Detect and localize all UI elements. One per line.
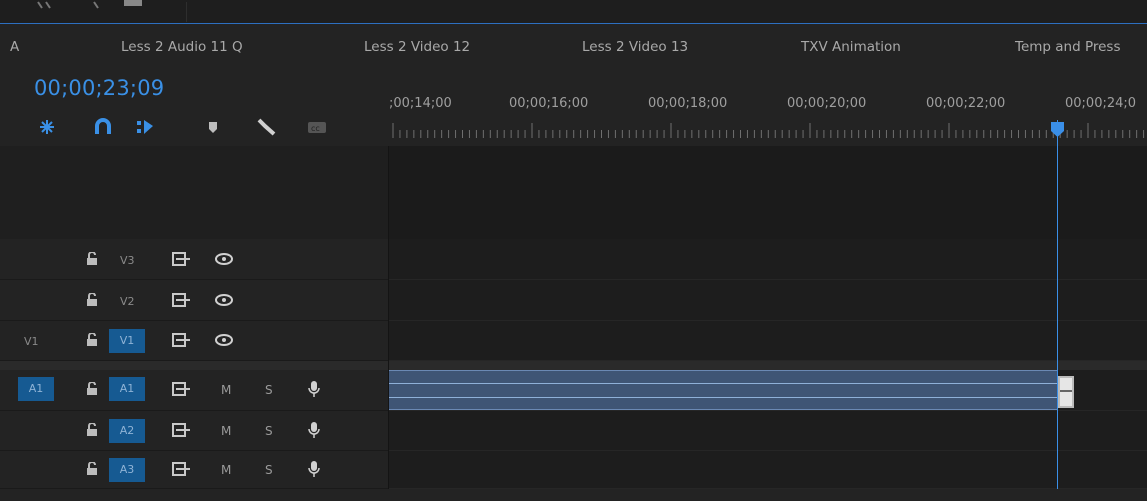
top-toolbar-strip (0, 0, 1147, 24)
ruler-ticks (392, 123, 1145, 138)
track-target-a3[interactable]: A3 (109, 458, 145, 482)
microphone-icon[interactable] (308, 380, 320, 398)
handle-line (1060, 390, 1072, 392)
track-lane-v3[interactable] (389, 239, 1147, 280)
toolbar-divider (186, 2, 187, 22)
microphone-icon[interactable] (308, 421, 320, 439)
lock-icon[interactable] (86, 333, 98, 347)
audio-clip[interactable] (389, 370, 1057, 410)
lock-icon[interactable] (86, 252, 98, 266)
tool-icon[interactable] (122, 0, 144, 14)
track-lane-v2[interactable] (389, 280, 1147, 321)
lock-icon[interactable] (86, 293, 98, 307)
source-patch-label[interactable]: V1 (24, 335, 39, 348)
solo-button[interactable]: S (265, 463, 273, 477)
eye-icon[interactable] (214, 253, 234, 265)
sync-lock-icon[interactable] (172, 293, 192, 307)
track-header-a1: A1 A1 M S (0, 370, 389, 411)
mute-button[interactable]: M (221, 383, 231, 397)
magnet-icon[interactable] (94, 118, 112, 136)
sync-lock-icon[interactable] (172, 423, 192, 437)
solo-button[interactable]: S (265, 383, 273, 397)
track-header-v2: V2 (0, 280, 389, 321)
source-patch-label: A1 (28, 382, 44, 395)
track-name: A3 (119, 463, 135, 476)
tab-sequence[interactable]: TXV Animation (801, 39, 901, 55)
timeline-header: 00;00;23;09 cc (0, 70, 389, 146)
tab-sequence[interactable]: Less 2 Video 13 (582, 39, 688, 55)
marker-icon[interactable] (206, 118, 220, 136)
lock-icon[interactable] (86, 462, 98, 476)
captions-icon[interactable]: cc (307, 118, 327, 136)
timeline-empty-area (389, 146, 1147, 239)
linked-selection-icon[interactable] (136, 118, 154, 136)
microphone-icon[interactable] (308, 460, 320, 478)
sync-lock-icon[interactable] (172, 382, 192, 396)
track-name[interactable]: V3 (120, 254, 135, 267)
wrench-icon[interactable] (256, 118, 278, 136)
track-lane-v1[interactable] (389, 321, 1147, 361)
eye-icon[interactable] (214, 334, 234, 346)
sync-lock-icon[interactable] (172, 252, 192, 266)
track-header-a2: A2 M S (0, 411, 389, 451)
track-name: V1 (119, 334, 135, 347)
tool-icon[interactable] (34, 0, 54, 14)
track-header-empty-area (0, 146, 389, 239)
tab-sequence[interactable]: Less 2 Audio 11 Q (121, 39, 243, 55)
waveform-line (389, 397, 1057, 398)
video-audio-divider[interactable] (0, 361, 1147, 370)
track-lane-a3[interactable] (389, 451, 1147, 489)
svg-text:cc: cc (311, 124, 320, 133)
track-target-a2[interactable]: A2 (109, 419, 145, 443)
mute-button[interactable]: M (221, 424, 231, 438)
track-header-v3: V3 (0, 239, 389, 280)
playhead-handle[interactable] (1050, 121, 1065, 138)
track-name: A2 (119, 424, 135, 437)
track-target-v1[interactable]: V1 (109, 329, 145, 353)
bottom-scroll-strip[interactable] (0, 489, 1147, 501)
track-lane-a2[interactable] (389, 411, 1147, 451)
playhead-line[interactable] (1057, 120, 1058, 501)
track-name[interactable]: V2 (120, 295, 135, 308)
track-header-a3: A3 M S (0, 451, 389, 489)
mute-button[interactable]: M (221, 463, 231, 477)
sync-lock-icon[interactable] (172, 333, 192, 347)
solo-button[interactable]: S (265, 424, 273, 438)
tab-sequence[interactable]: Less 2 Video 12 (364, 39, 470, 55)
tab-sequence[interactable]: Temp and Press (1015, 39, 1121, 55)
lock-icon[interactable] (86, 423, 98, 437)
source-patch-a1[interactable]: A1 (18, 377, 54, 401)
track-name: A1 (119, 382, 135, 395)
sync-lock-icon[interactable] (172, 462, 192, 476)
tab-sequence[interactable]: A (10, 39, 19, 55)
lock-icon[interactable] (86, 382, 98, 396)
clip-end-handle[interactable] (1058, 376, 1074, 408)
track-target-a1[interactable]: A1 (109, 377, 145, 401)
header-lane-separator (388, 146, 389, 501)
time-ruler[interactable]: ;00;14;00 00;00;16;00 00;00;18;00 00;00;… (389, 70, 1147, 146)
sequence-tabs: A Less 2 Audio 11 Q Less 2 Video 12 Less… (0, 24, 1147, 70)
track-header-v1: V1 V1 (0, 321, 389, 361)
tool-icon[interactable] (92, 0, 102, 14)
snap-icon[interactable] (38, 118, 56, 136)
playhead-timecode[interactable]: 00;00;23;09 (34, 76, 164, 100)
waveform-line (389, 383, 1057, 384)
eye-icon[interactable] (214, 294, 234, 306)
